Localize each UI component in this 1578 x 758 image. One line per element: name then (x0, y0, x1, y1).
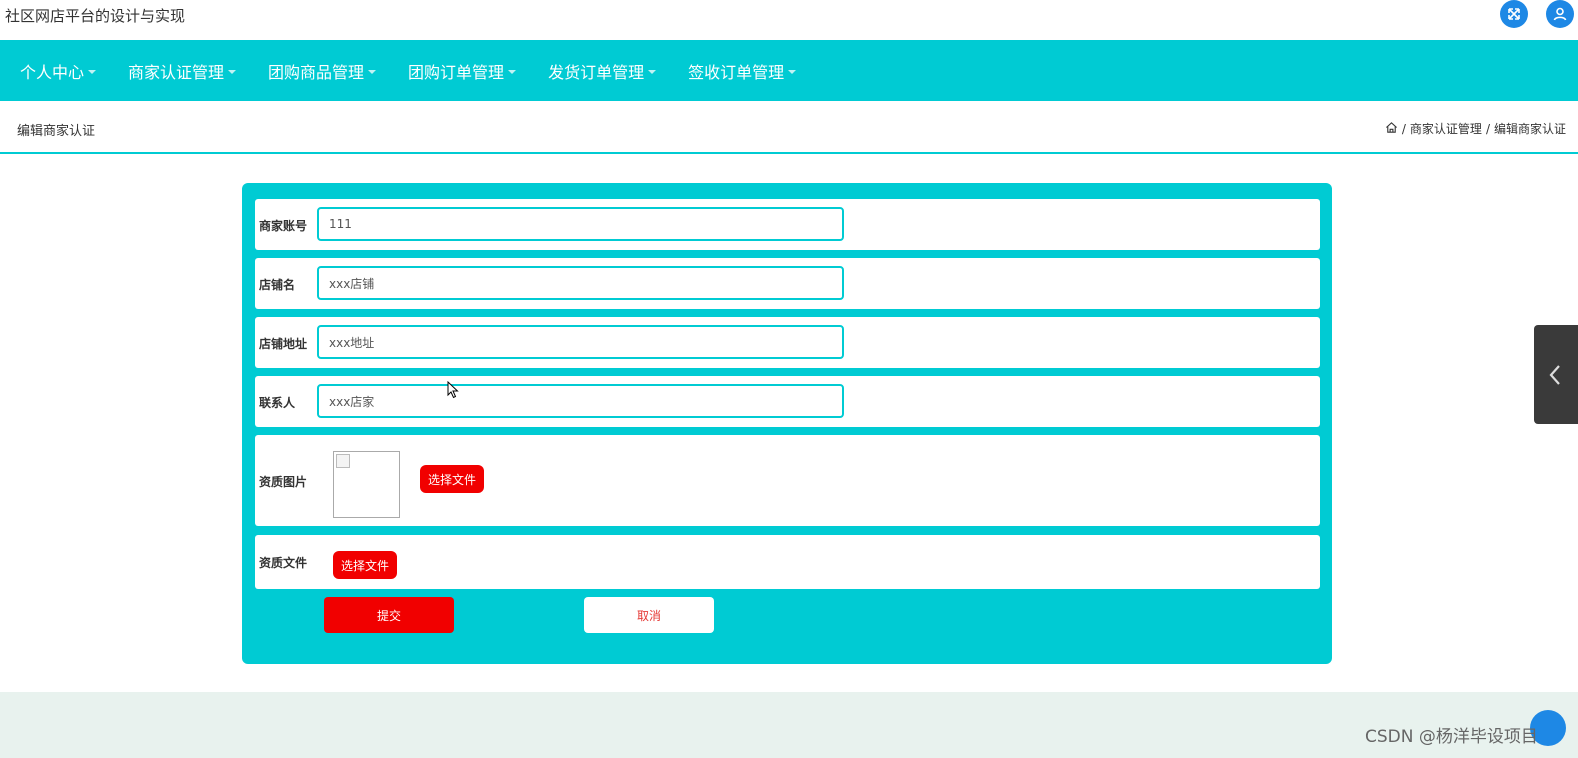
side-panel-toggle[interactable] (1534, 325, 1578, 424)
chevron-down-icon (648, 69, 657, 74)
chevron-down-icon (788, 69, 797, 74)
nav-item-label: 团购订单管理 (408, 62, 505, 82)
chevron-down-icon (508, 69, 517, 74)
nav-item-shipping-orders[interactable]: 发货订单管理 (548, 59, 657, 83)
breadcrumb-item-merchant-certification[interactable]: 商家认证管理 (1410, 120, 1482, 137)
broken-image-icon (336, 454, 350, 468)
nav-item-label: 个人中心 (20, 62, 85, 82)
breadcrumb-item-current: 编辑商家认证 (1493, 122, 1566, 136)
page-title: 编辑商家认证 (17, 124, 96, 139)
nav-item-merchant-certification[interactable]: 商家认证管理 (128, 59, 237, 83)
top-bar: 社区网店平台的设计与实现 (0, 0, 1578, 40)
form-row-contact-person: 联系人 (255, 376, 1320, 427)
shop-name-input[interactable] (317, 266, 844, 300)
field-label: 联系人 (259, 396, 296, 410)
user-icon[interactable] (1546, 0, 1574, 28)
fullscreen-icon[interactable] (1500, 0, 1528, 28)
nav-item-group-products[interactable]: 团购商品管理 (268, 59, 377, 83)
submit-button[interactable]: 提交 (324, 597, 454, 633)
breadcrumb: / 商家认证管理 / 编辑商家认证 (1385, 120, 1566, 137)
nav-item-label: 商家认证管理 (128, 62, 225, 82)
form-row-qualification-file: 资质文件 选择文件 (255, 535, 1320, 589)
nav-item-label: 签收订单管理 (688, 62, 785, 82)
merchant-account-input[interactable] (317, 207, 844, 241)
shop-address-input[interactable] (317, 325, 844, 359)
field-label: 资质文件 (259, 556, 308, 570)
nav-item-group-orders[interactable]: 团购订单管理 (408, 59, 517, 83)
app-title: 社区网店平台的设计与实现 (5, 7, 186, 25)
nav-item-label: 发货订单管理 (548, 62, 645, 82)
field-label: 资质图片 (259, 475, 308, 489)
nav-item-personal-center[interactable]: 个人中心 (20, 59, 97, 83)
contact-person-input[interactable] (317, 384, 844, 418)
home-icon[interactable] (1385, 121, 1398, 137)
field-label: 商家账号 (259, 219, 308, 233)
field-label: 店铺名 (259, 278, 296, 292)
cancel-button[interactable]: 取消 (584, 597, 714, 633)
qualification-image-preview (333, 451, 400, 518)
watermark: CSDN @杨洋毕设项目 (1365, 727, 1538, 747)
form-row-merchant-account: 商家账号 (255, 199, 1320, 250)
mouse-cursor-icon (447, 381, 459, 399)
chevron-left-icon (1549, 364, 1560, 385)
choose-file-button[interactable]: 选择文件 (333, 551, 398, 579)
form-row-shop-address: 店铺地址 (255, 317, 1320, 368)
breadcrumb-separator: / (1401, 121, 1406, 136)
form-row-shop-name: 店铺名 (255, 258, 1320, 309)
breadcrumb-separator: / (1485, 121, 1490, 136)
nav-item-received-orders[interactable]: 签收订单管理 (688, 59, 797, 83)
breadcrumb-bar: 编辑商家认证 / 商家认证管理 / 编辑商家认证 (0, 101, 1578, 154)
field-label: 店铺地址 (259, 337, 308, 351)
footer (0, 692, 1578, 758)
main-nav: 个人中心 商家认证管理 团购商品管理 团购订单管理 发货订单管理 签收订单管理 (0, 40, 1578, 101)
edit-form-card: 商家账号 店铺名 店铺地址 联系人 资质图片 选择文件 资质文件 选择文件 提交… (242, 183, 1332, 664)
chevron-down-icon (228, 69, 237, 74)
form-row-qualification-image: 资质图片 选择文件 (255, 435, 1320, 526)
chevron-down-icon (88, 69, 97, 74)
nav-item-label: 团购商品管理 (268, 62, 365, 82)
choose-image-button[interactable]: 选择文件 (420, 465, 485, 493)
chevron-down-icon (368, 69, 377, 74)
